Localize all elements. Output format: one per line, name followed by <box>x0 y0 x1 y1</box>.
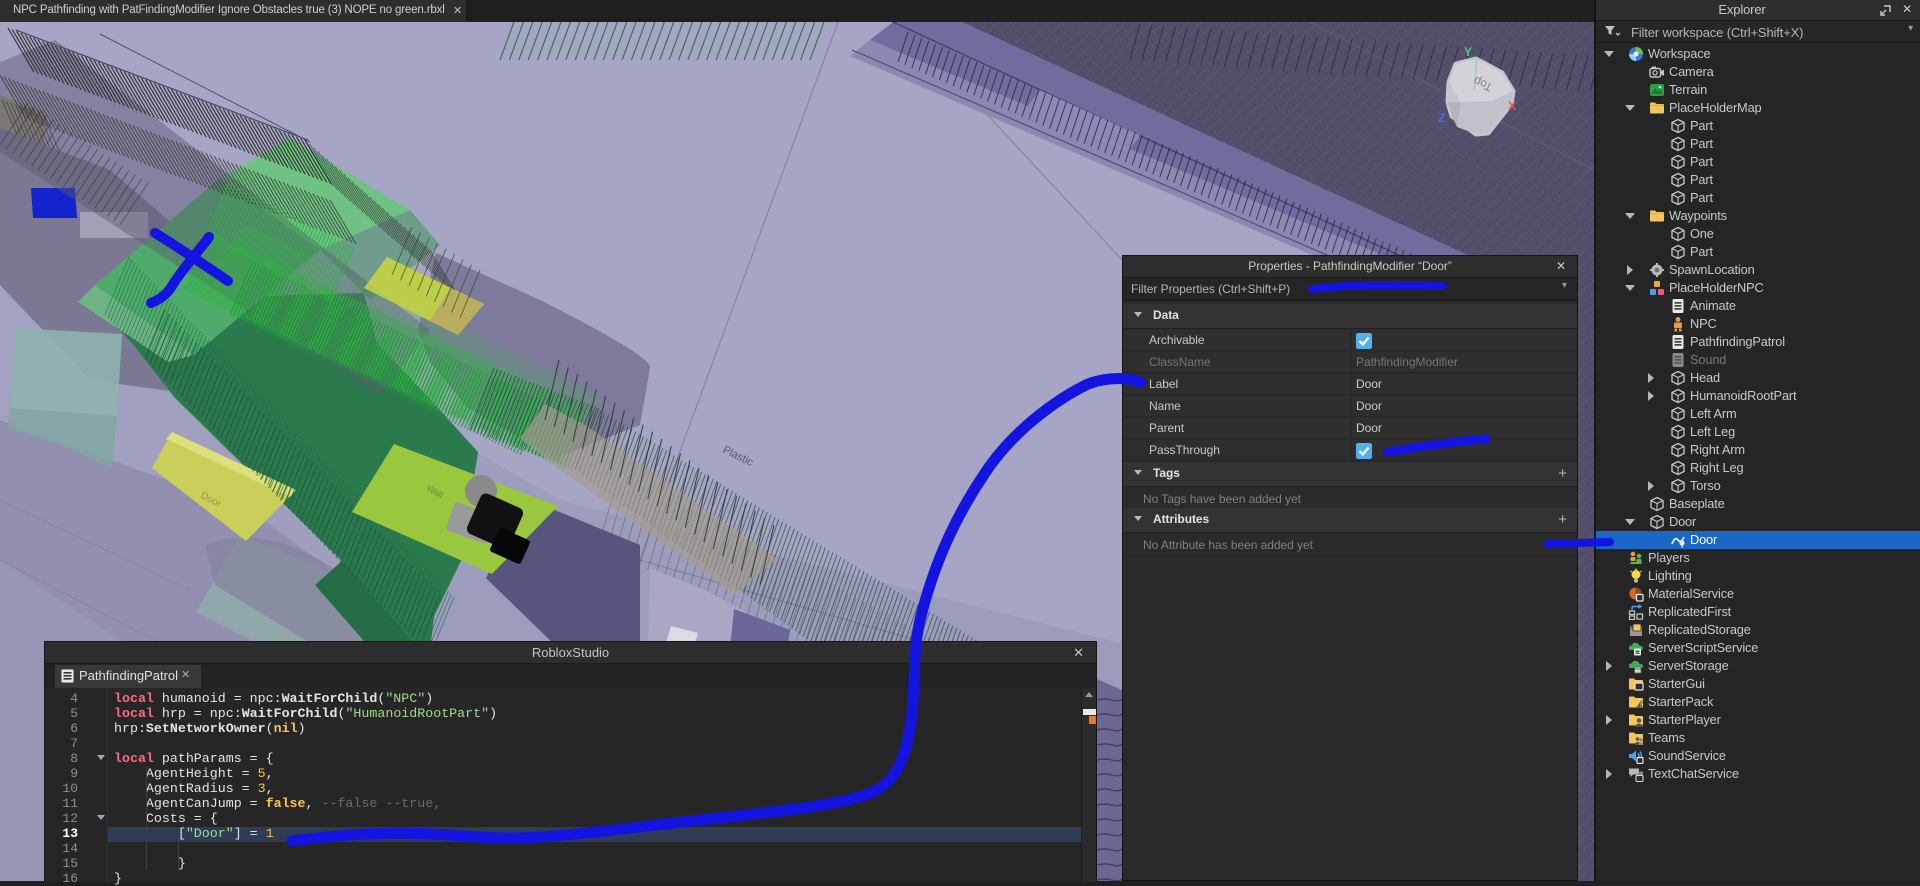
svg-text:Z: Z <box>1438 111 1445 125</box>
svg-text:X: X <box>1508 99 1516 113</box>
svg-text:Y: Y <box>1464 45 1472 59</box>
